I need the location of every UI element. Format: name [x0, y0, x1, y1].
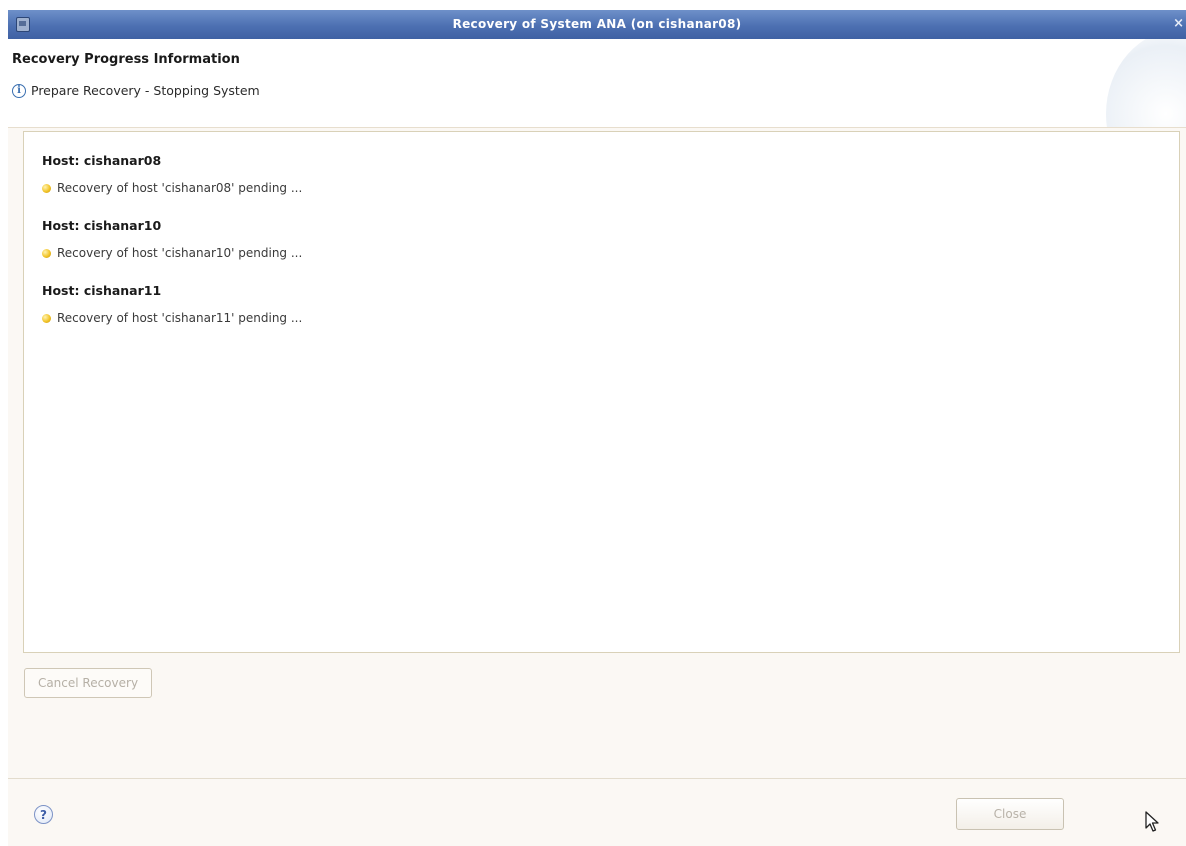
host-status-text: Recovery of host 'cishanar10' pending ..… [57, 246, 303, 260]
info-icon: i [12, 83, 26, 98]
host-entry: Host: cishanar08 Recovery of host 'cisha… [42, 151, 302, 198]
mouse-cursor-icon [1145, 811, 1159, 832]
dialog-header: Recovery Progress Information i Prepare … [8, 39, 1186, 128]
host-status: Recovery of host 'cishanar10' pending ..… [42, 243, 302, 263]
header-status: i Prepare Recovery - Stopping System [12, 83, 260, 98]
host-status: Recovery of host 'cishanar08' pending ..… [42, 178, 302, 198]
host-entry: Host: cishanar11 Recovery of host 'cisha… [42, 281, 302, 328]
pending-icon [42, 313, 51, 323]
cancel-recovery-button[interactable]: Cancel Recovery [24, 668, 152, 698]
close-button[interactable]: Close [956, 798, 1064, 830]
header-title: Recovery Progress Information [12, 52, 240, 67]
host-status: Recovery of host 'cishanar11' pending ..… [42, 308, 302, 328]
pending-icon [42, 183, 51, 193]
help-icon[interactable]: ? [34, 805, 53, 824]
header-banner-graphic [1106, 39, 1186, 127]
host-status-text: Recovery of host 'cishanar11' pending ..… [57, 311, 303, 325]
progress-panel: Host: cishanar08 Recovery of host 'cisha… [23, 131, 1180, 653]
host-status-text: Recovery of host 'cishanar08' pending ..… [57, 181, 303, 195]
pending-icon [42, 248, 51, 258]
host-title: Host: cishanar08 [42, 153, 162, 168]
recovery-dialog: Recovery of System ANA (on cishanar08) ×… [8, 10, 1186, 846]
window-close-button[interactable]: × [1173, 16, 1184, 31]
host-title: Host: cishanar10 [42, 218, 162, 233]
footer-divider [8, 778, 1186, 779]
header-status-text: Prepare Recovery - Stopping System [31, 83, 260, 98]
host-title: Host: cishanar11 [42, 283, 162, 298]
title-bar[interactable]: Recovery of System ANA (on cishanar08) × [8, 10, 1186, 39]
window-title: Recovery of System ANA (on cishanar08) [452, 17, 742, 31]
host-entry: Host: cishanar10 Recovery of host 'cisha… [42, 216, 302, 263]
